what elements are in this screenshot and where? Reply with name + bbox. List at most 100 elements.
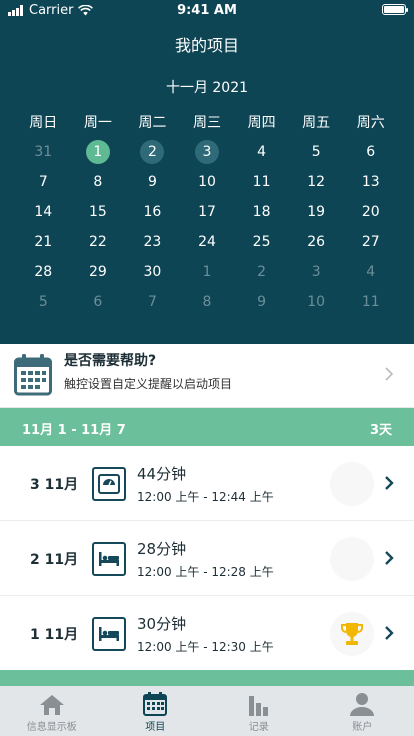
list-item[interactable]: 3 11月 44分钟 12:00 上午 - 12:44 上午 [0,447,414,521]
calendar-day[interactable]: 8 [180,288,235,315]
tab-label: 账户 [352,722,373,733]
status-bar: Carrier 9:41 AM [0,0,414,22]
calendar-day[interactable]: 6 [343,138,398,165]
calendar-day[interactable]: 6 [71,288,126,315]
chevron-right-icon [385,476,394,490]
calendar-day[interactable]: 31 [16,138,71,165]
chevron-right-icon [385,626,394,640]
calendar-day[interactable]: 23 [125,228,180,255]
calendar-day[interactable]: 30 [125,258,180,285]
entry-time-range: 12:00 上午 - 12:28 上午 [137,565,274,579]
week-range: 11月 1 - 11月 7 [22,423,126,438]
weekday-label: 周二 [138,114,167,131]
tab-dashboard[interactable]: 信息显示板 [0,686,104,736]
calendar-week: 21 22 23 24 25 26 27 [16,228,398,258]
calendar-day-selected[interactable]: 1 [71,138,126,165]
calendar-day[interactable]: 2 [234,258,289,285]
calendar-day[interactable]: 9 [125,168,180,195]
help-banner[interactable]: 是否需要帮助? 触控设置自定义提醒以启动项目 [0,344,414,408]
tab-label: 项目 [145,722,166,733]
calendar-day[interactable]: 5 [289,138,344,165]
entry-date: 3 11月 [30,477,79,493]
weekday-label: 周日 [29,114,58,131]
battery-icon [382,4,408,15]
entry-time-range: 12:00 上午 - 12:44 上午 [137,490,274,504]
tab-bar: 信息显示板 项目 记录 账户 [0,686,414,736]
tab-label: 信息显示板 [26,722,77,733]
calendar-week: 5 6 7 8 9 10 11 [16,288,398,318]
calendar-day-tracked[interactable]: 2 [125,138,180,165]
calendar-week: 7 8 9 10 11 12 13 [16,168,398,198]
calendar-day[interactable]: 26 [289,228,344,255]
week-summary-bar: 11月 1 - 11月 7 3天 [0,408,414,446]
calendar-day[interactable]: 29 [71,258,126,285]
calendar-day-tracked[interactable]: 3 [180,138,235,165]
tab-records[interactable]: 记录 [207,686,311,736]
calendar-day[interactable]: 22 [71,228,126,255]
chevron-right-icon [385,551,394,565]
calendar-day[interactable]: 25 [234,228,289,255]
weekday-label: 周四 [247,114,276,131]
achievement-badge [330,612,374,656]
calendar-week: 31 1 2 3 4 5 6 [16,138,398,168]
calendar-day[interactable]: 20 [343,198,398,225]
list-item[interactable]: 1 11月 30分钟 12:00 上午 - 12:30 上午 [0,597,414,671]
calendar-day[interactable]: 15 [71,198,126,225]
week-days-count: 3天 [369,423,392,438]
weekday-label: 周六 [356,114,385,131]
calendar-day[interactable]: 19 [289,198,344,225]
calendar-day[interactable]: 28 [16,258,71,285]
chevron-right-icon [385,367,394,381]
calendar-week: 14 15 16 17 18 19 20 [16,198,398,228]
calendar-day[interactable]: 10 [289,288,344,315]
achievement-badge [330,537,374,581]
calendar-day[interactable]: 11 [343,288,398,315]
status-time: 9:41 AM [177,3,237,18]
calendar-day[interactable]: 5 [16,288,71,315]
calendar-day[interactable]: 12 [289,168,344,195]
header-panel: Carrier 9:41 AM 我的项目 十一月 2021 周日 周一 周二 周… [0,0,414,344]
calendar-day[interactable]: 18 [234,198,289,225]
calendar-day[interactable]: 10 [180,168,235,195]
help-subtitle: 触控设置自定义提醒以启动项目 [64,377,233,391]
calendar-week: 28 29 30 1 2 3 4 [16,258,398,288]
entry-duration: 28分钟 [137,540,187,558]
bed-icon [92,617,126,651]
bed-icon [92,542,126,576]
calendar-grid: 周日 周一 周二 周三 周四 周五 周六 31 1 2 3 4 5 6 7 8 … [16,108,398,318]
calendar-day[interactable]: 24 [180,228,235,255]
weekday-label: 周五 [302,114,331,131]
calendar-icon [14,354,52,396]
entry-duration: 30分钟 [137,615,187,633]
calendar-day[interactable]: 1 [180,258,235,285]
calendar-day[interactable]: 9 [234,288,289,315]
calendar-day[interactable]: 16 [125,198,180,225]
calendar-day[interactable]: 21 [16,228,71,255]
calendar-day[interactable]: 27 [343,228,398,255]
tab-account[interactable]: 账户 [311,686,414,736]
calendar-day[interactable]: 7 [16,168,71,195]
calendar-day[interactable]: 8 [71,168,126,195]
calendar-day[interactable]: 3 [289,258,344,285]
weekday-label: 周三 [193,114,222,131]
bar-chart-icon [248,696,268,716]
calendar-day[interactable]: 7 [125,288,180,315]
trophy-icon [341,623,363,645]
home-icon [39,695,64,715]
tab-projects[interactable]: 项目 [104,686,208,736]
calendar-icon [143,692,168,716]
weekday-row: 周日 周一 周二 周三 周四 周五 周六 [16,108,398,134]
calendar-day[interactable]: 14 [16,198,71,225]
entry-duration: 44分钟 [137,465,187,483]
entry-date: 2 11月 [30,552,79,568]
calendar-day[interactable]: 11 [234,168,289,195]
calendar-day[interactable]: 13 [343,168,398,195]
calendar-day[interactable]: 17 [180,198,235,225]
list-item[interactable]: 2 11月 28分钟 12:00 上午 - 12:28 上午 [0,522,414,596]
page-title: 我的项目 [174,36,239,55]
calendar-day[interactable]: 4 [343,258,398,285]
calendar-day[interactable]: 4 [234,138,289,165]
entry-date: 1 11月 [30,627,79,643]
help-title: 是否需要帮助? [64,353,157,369]
weekday-label: 周一 [83,114,112,131]
